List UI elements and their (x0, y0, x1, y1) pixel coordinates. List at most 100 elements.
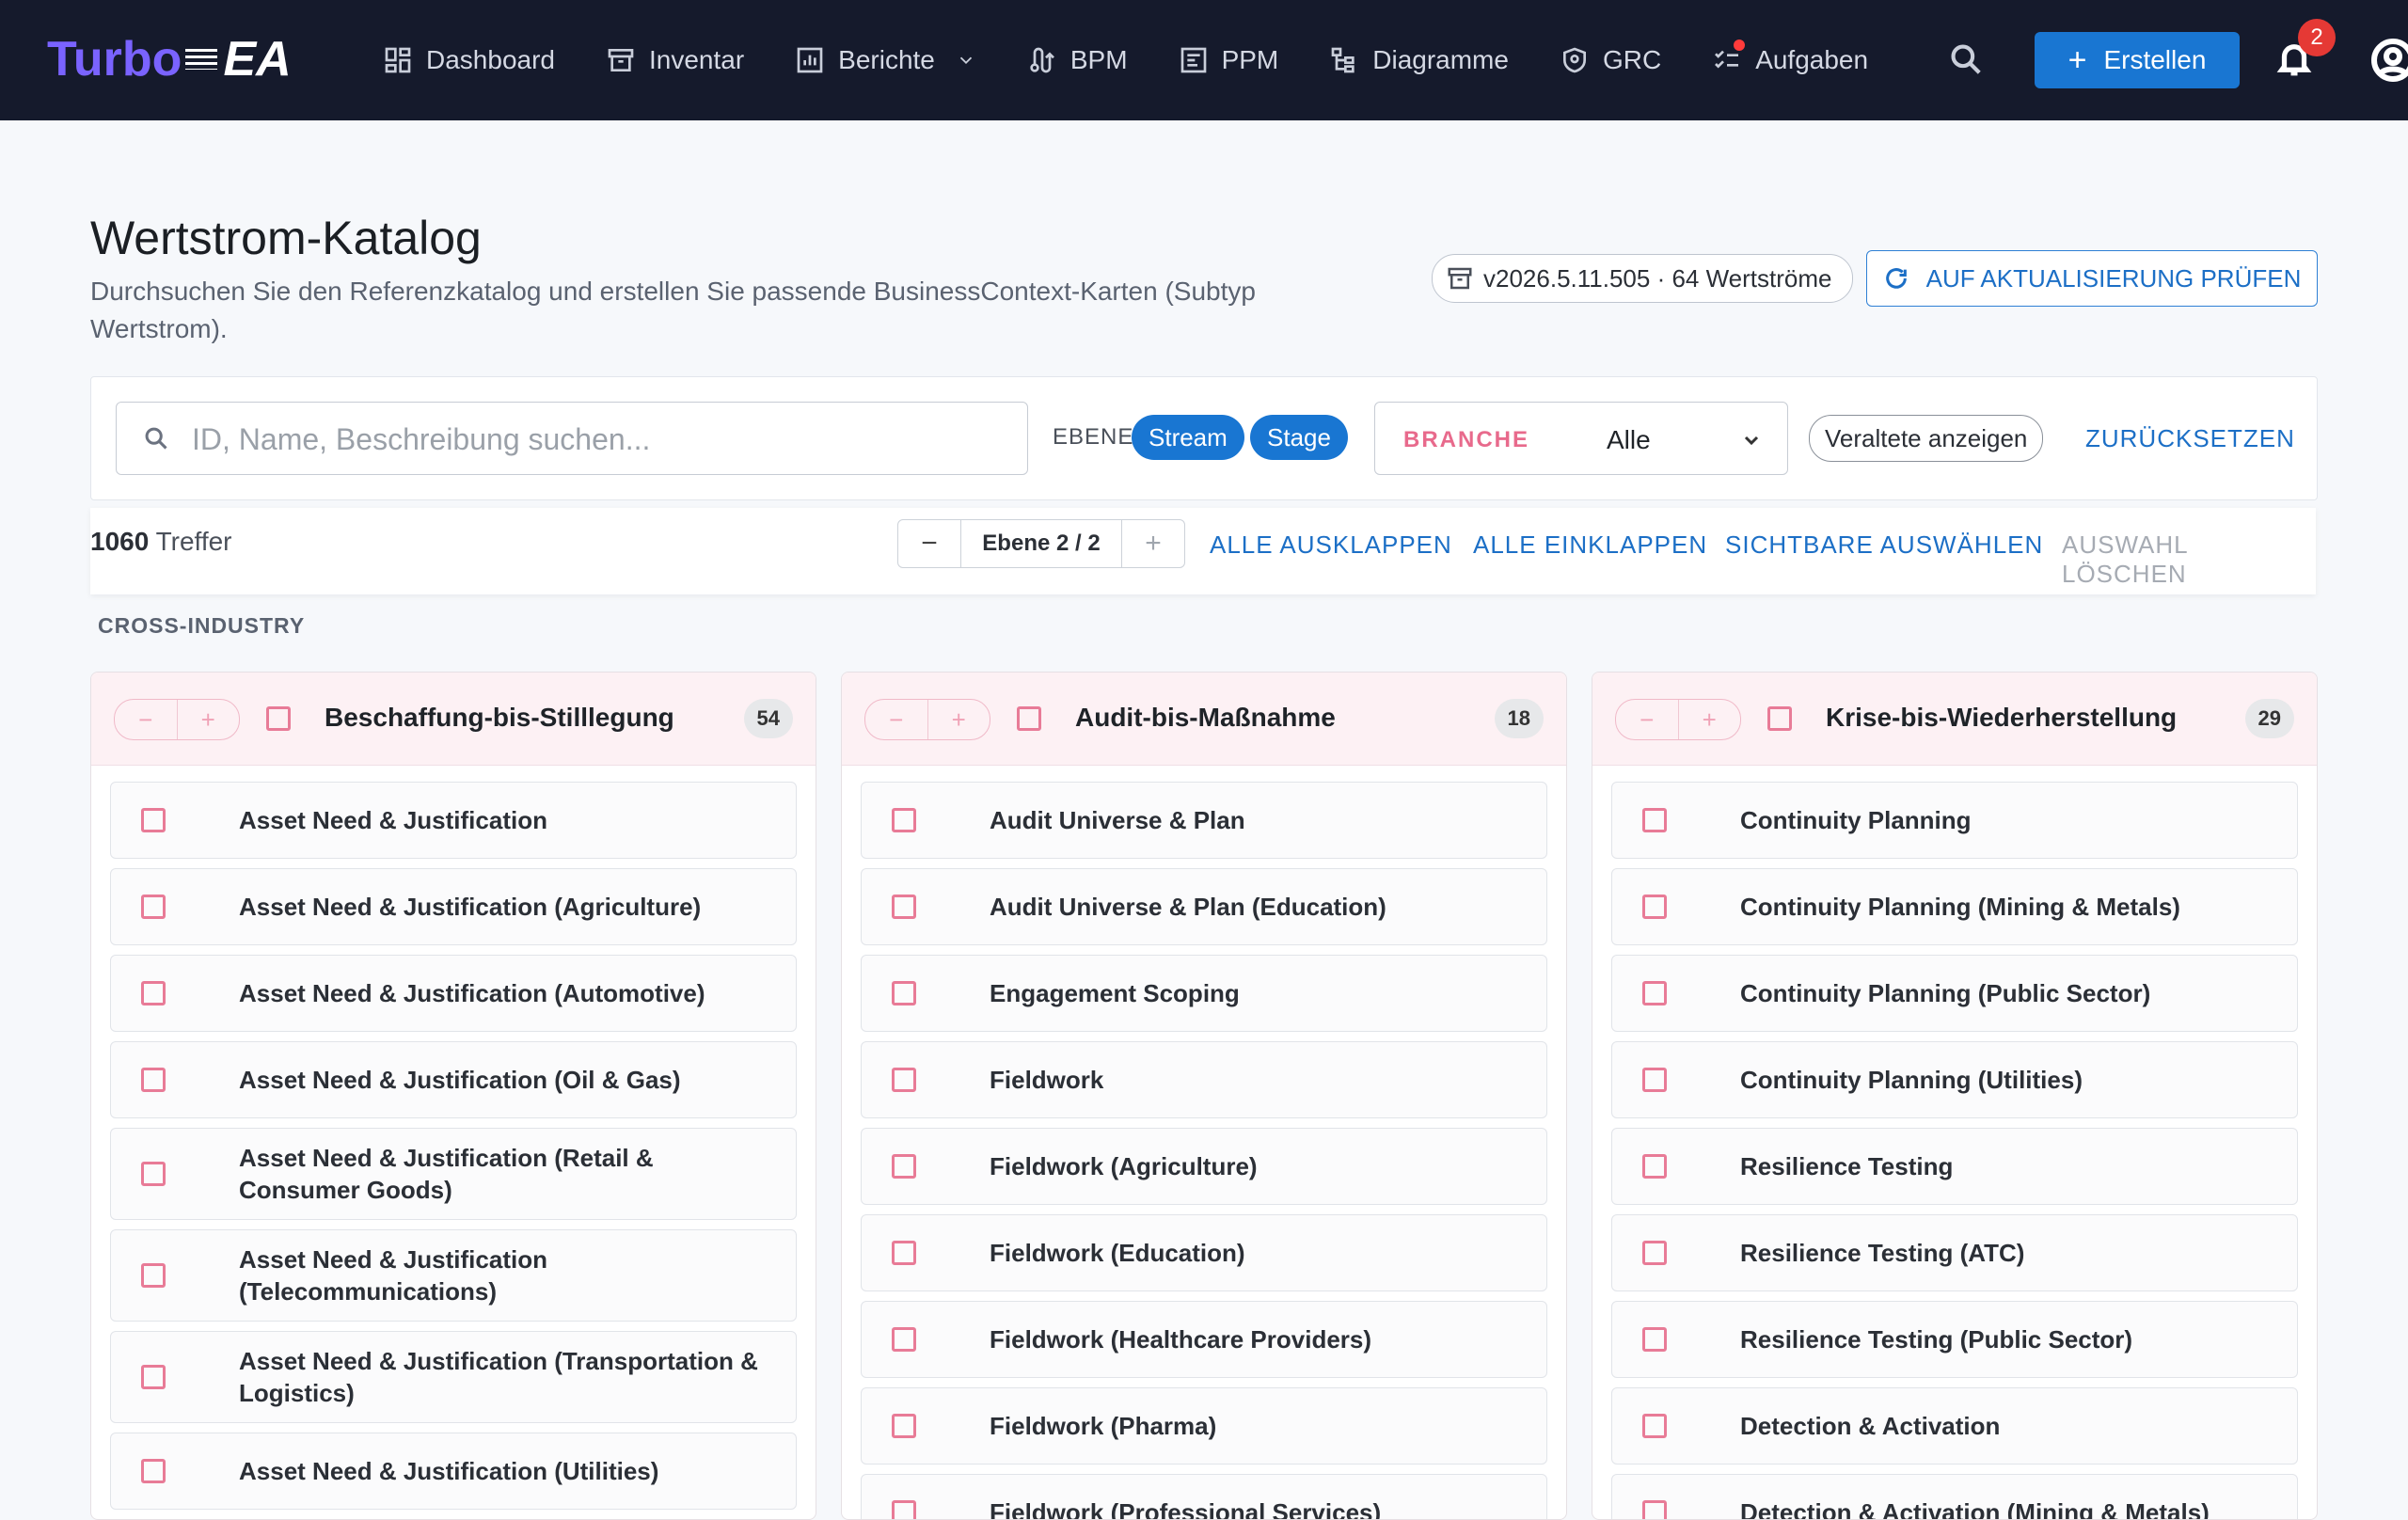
stage-checkbox[interactable] (1642, 808, 1667, 832)
user-menu-button[interactable] (2370, 38, 2408, 83)
stage-item[interactable]: Fieldwork (Healthcare Providers) (861, 1301, 1547, 1378)
stream-column-header: − + Beschaffung-bis-Stilllegung 54 (91, 673, 816, 766)
stage-checkbox[interactable] (141, 1365, 166, 1389)
stage-checkbox[interactable] (892, 1241, 916, 1265)
stage-item[interactable]: Fieldwork (Education) (861, 1214, 1547, 1291)
archive-icon (608, 49, 634, 71)
stage-item[interactable]: Asset Need & Justification (Retail & Con… (110, 1128, 797, 1220)
nav-inventar[interactable]: Inventar (580, 32, 769, 88)
stage-item[interactable]: Asset Need & Justification (Automotive) (110, 955, 797, 1032)
stage-item[interactable]: Asset Need & Justification (Telecommunic… (110, 1229, 797, 1322)
stage-item[interactable]: Audit Universe & Plan (Education) (861, 868, 1547, 945)
check-update-button[interactable]: AUF AKTUALISIERUNG PRÜFEN (1866, 250, 2318, 307)
stage-item[interactable]: Audit Universe & Plan (861, 782, 1547, 859)
stage-checkbox[interactable] (141, 1263, 166, 1288)
stage-item[interactable]: Resilience Testing (1611, 1128, 2298, 1205)
level-stepper-value: Ebene 2 / 2 (982, 530, 1101, 556)
stage-checkbox[interactable] (141, 981, 166, 1005)
clear-selection-button[interactable]: AUSWAHL LÖSCHEN (2062, 530, 2316, 589)
stage-item[interactable]: Fieldwork (Agriculture) (861, 1128, 1547, 1205)
nav-diagramme[interactable]: Diagramme (1304, 32, 1534, 88)
stage-item[interactable]: Asset Need & Justification (110, 782, 797, 859)
nav-grc[interactable]: GRC (1534, 32, 1687, 88)
stage-item[interactable]: Fieldwork (861, 1041, 1547, 1118)
stream-collapse-button[interactable]: − (1616, 700, 1678, 739)
nav-ppm-label: PPM (1221, 45, 1279, 74)
stream-expand-button[interactable]: + (176, 700, 240, 739)
stream-count-badge: 54 (743, 699, 793, 738)
stream-select-checkbox[interactable] (1017, 706, 1041, 731)
stage-checkbox[interactable] (892, 895, 916, 919)
stream-count-badge: 18 (1494, 699, 1544, 738)
search-field[interactable] (116, 402, 1028, 475)
stage-checkbox[interactable] (1642, 895, 1667, 919)
nav-dashboard[interactable]: Dashboard (357, 32, 580, 88)
level-increase-button[interactable]: + (1121, 520, 1184, 567)
stage-checkbox[interactable] (141, 808, 166, 832)
stage-item[interactable]: Continuity Planning (Utilities) (1611, 1041, 2298, 1118)
stream-expand-button[interactable]: + (1677, 700, 1741, 739)
level-decrease-button[interactable]: − (898, 520, 961, 567)
stage-item[interactable]: Continuity Planning (Public Sector) (1611, 955, 2298, 1032)
collapse-all-button[interactable]: ALLE EINKLAPPEN (1473, 530, 1707, 560)
stage-item[interactable]: Engagement Scoping (861, 955, 1547, 1032)
nav-inventar-label: Inventar (648, 45, 745, 74)
stage-checkbox[interactable] (1642, 981, 1667, 1005)
stage-checkbox[interactable] (1642, 1154, 1667, 1179)
level-chip-stream[interactable]: Stream (1132, 415, 1244, 460)
nav-bpm[interactable]: BPM (1002, 32, 1153, 88)
stage-item[interactable]: Detection & Activation (1611, 1387, 2298, 1465)
stage-checkbox[interactable] (1642, 1068, 1667, 1092)
stage-item[interactable]: Fieldwork (Professional Services) (861, 1474, 1547, 1519)
stage-checkbox[interactable] (892, 1068, 916, 1092)
stage-checkbox[interactable] (141, 1459, 166, 1483)
stage-item[interactable]: Continuity Planning (Mining & Metals) (1611, 868, 2298, 945)
branch-select[interactable]: BRANCHE Alle (1374, 402, 1788, 475)
stream-select-checkbox[interactable] (1767, 706, 1792, 731)
logo-speed-lines-icon (185, 49, 218, 70)
stage-checkbox[interactable] (892, 1500, 916, 1519)
stage-item[interactable]: Asset Need & Justification (Transportati… (110, 1331, 797, 1423)
stage-checkbox[interactable] (1642, 1414, 1667, 1438)
reset-filters-button[interactable]: ZURÜCKSETZEN (2085, 424, 2295, 453)
create-button[interactable]: + Erstellen (2035, 32, 2240, 88)
archive-icon (1448, 267, 1472, 290)
stage-checkbox[interactable] (892, 981, 916, 1005)
stage-item[interactable]: Resilience Testing (ATC) (1611, 1214, 2298, 1291)
stage-item[interactable]: Resilience Testing (Public Sector) (1611, 1301, 2298, 1378)
turboea-logo[interactable]: Turbo EA (47, 28, 292, 90)
stage-item[interactable]: Asset Need & Justification (Agriculture) (110, 868, 797, 945)
stage-checkbox[interactable] (892, 808, 916, 832)
stream-count-badge: 29 (2244, 699, 2294, 738)
stream-collapse-button[interactable]: − (865, 700, 927, 739)
stage-item[interactable]: Fieldwork (Pharma) (861, 1387, 1547, 1465)
stage-checkbox[interactable] (892, 1154, 916, 1179)
stream-select-checkbox[interactable] (266, 706, 291, 731)
results-count-number: 1060 (90, 527, 150, 556)
stream-expand-button[interactable]: + (927, 700, 990, 739)
stage-checkbox[interactable] (1642, 1500, 1667, 1519)
nav-berichte[interactable]: Berichte (769, 32, 1002, 88)
stage-checkbox[interactable] (1642, 1241, 1667, 1265)
stage-checkbox[interactable] (141, 895, 166, 919)
global-search-button[interactable] (1948, 41, 1986, 79)
select-visible-button[interactable]: SICHTBARE AUSWÄHLEN (1725, 530, 2043, 560)
stage-item[interactable]: Asset Need & Justification (Utilities) (110, 1433, 797, 1510)
stage-checkbox[interactable] (892, 1327, 916, 1352)
stream-collapse-button[interactable]: − (115, 700, 177, 739)
stage-checkbox[interactable] (141, 1162, 166, 1186)
show-deprecated-chip[interactable]: Veraltete anzeigen (1809, 415, 2044, 462)
search-input[interactable] (190, 412, 1003, 467)
stage-label: Fieldwork (Pharma) (990, 1412, 1217, 1440)
nav-ppm[interactable]: PPM (1153, 32, 1305, 88)
stage-item[interactable]: Detection & Activation (Mining & Metals) (1611, 1474, 2298, 1519)
stage-checkbox[interactable] (141, 1068, 166, 1092)
stage-checkbox[interactable] (892, 1414, 916, 1438)
level-stepper: − Ebene 2 / 2 + (897, 519, 1185, 568)
stage-item[interactable]: Asset Need & Justification (Oil & Gas) (110, 1041, 797, 1118)
stage-checkbox[interactable] (1642, 1327, 1667, 1352)
level-chip-stage[interactable]: Stage (1250, 415, 1348, 460)
nav-aufgaben[interactable]: Aufgaben (1687, 32, 1893, 88)
stage-item[interactable]: Continuity Planning (1611, 782, 2298, 859)
expand-all-button[interactable]: ALLE AUSKLAPPEN (1210, 530, 1452, 560)
